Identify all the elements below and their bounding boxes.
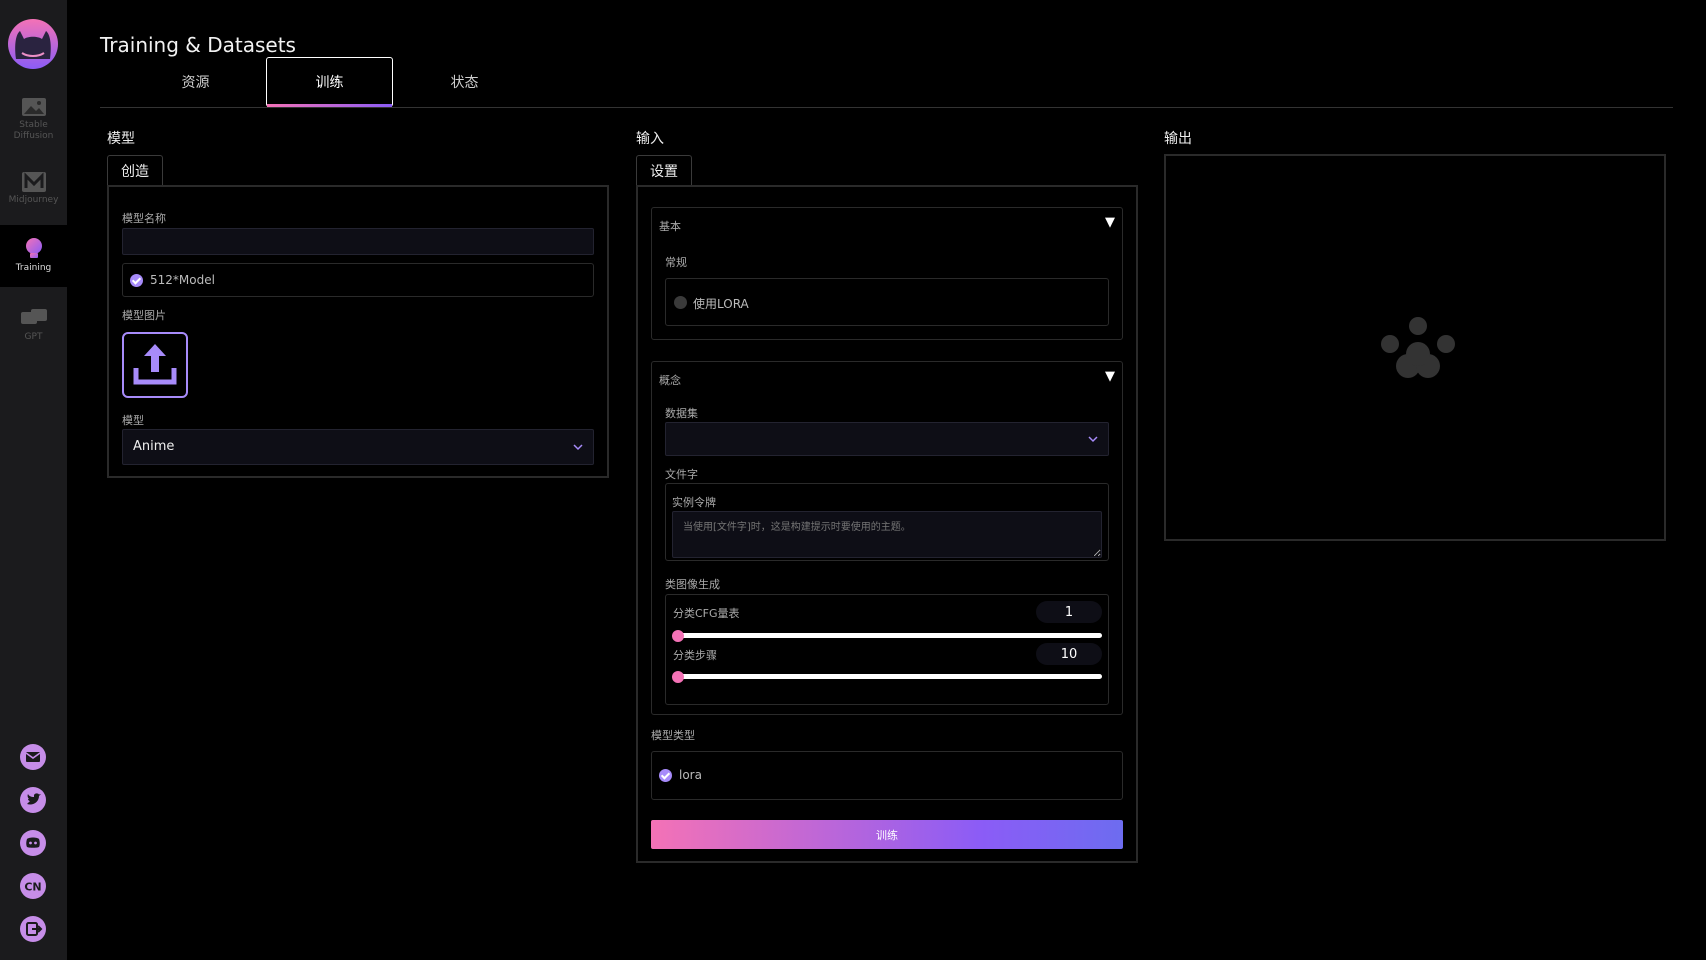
dataset-label: 数据集	[665, 407, 698, 420]
triangle-down-icon[interactable]: ▼	[1105, 215, 1115, 230]
class-gen-box: 分类CFG量表 1 分类步骤 10	[665, 594, 1109, 705]
sidebar-item-stable-diffusion[interactable]: Stable Diffusion	[0, 88, 67, 150]
basic-accordion: 基本 ▼ 常规 使用LORA	[651, 207, 1123, 340]
tab-bar: 资源 训练 状态	[100, 57, 1673, 108]
model-select-label: 模型	[122, 414, 144, 427]
check-icon[interactable]	[130, 274, 143, 287]
chevron-down-icon	[1088, 436, 1098, 443]
sidebar: Stable Diffusion Midjourney Training GPT…	[0, 0, 67, 960]
cfg-slider-handle[interactable]	[672, 630, 684, 642]
model-column-label: 模型	[107, 131, 135, 147]
page-title: Training & Datasets	[100, 33, 296, 57]
model-type-label: 模型类型	[651, 729, 695, 742]
model-panel: 模型名称 512*Model 模型图片 模型 Anime	[107, 185, 609, 478]
use-lora-option[interactable]: 使用LORA	[665, 278, 1109, 326]
instance-token-label: 实例令牌	[672, 496, 716, 509]
triangle-down-icon[interactable]: ▼	[1105, 369, 1115, 384]
train-button[interactable]: 训练	[651, 820, 1123, 849]
discord-icon[interactable]	[20, 830, 46, 856]
filewords-label: 文件字	[665, 468, 698, 481]
cn-language-icon[interactable]: CN	[20, 873, 46, 899]
settings-panel: 基本 ▼ 常规 使用LORA 概念 ▼ 数据集 文件字 实例令牌 类图像生成 分…	[636, 185, 1138, 863]
sidebar-label: Midjourney	[8, 195, 59, 205]
m-logo-icon	[21, 172, 46, 192]
mail-icon[interactable]	[20, 744, 46, 770]
radio-icon[interactable]	[674, 296, 687, 309]
sidebar-label: GPT	[24, 332, 43, 342]
paw-placeholder-icon	[1381, 317, 1455, 378]
logout-icon[interactable]	[20, 916, 46, 942]
tab-resources[interactable]: 资源	[132, 57, 259, 107]
output-column-label: 输出	[1164, 131, 1192, 147]
steps-label: 分类步骤	[673, 649, 717, 662]
use-lora-label: 使用LORA	[693, 297, 749, 311]
concept-title[interactable]: 概念	[659, 372, 681, 388]
chat-icon	[20, 309, 47, 324]
class-gen-label: 类图像生成	[665, 578, 720, 591]
output-panel	[1164, 154, 1666, 541]
steps-number-input[interactable]: 10	[1036, 643, 1102, 665]
input-column-label: 输入	[636, 131, 664, 147]
model-image-label: 模型图片	[122, 309, 166, 322]
model-type-lora-option[interactable]: lora	[651, 751, 1123, 800]
cfg-slider[interactable]	[674, 633, 1102, 638]
steps-slider[interactable]	[674, 674, 1102, 679]
basic-title[interactable]: 基本	[659, 218, 681, 234]
sidebar-label: Stable	[19, 119, 48, 130]
svg-text:CN: CN	[24, 881, 41, 894]
steps-slider-handle[interactable]	[672, 671, 684, 683]
tab-status[interactable]: 状态	[401, 57, 528, 107]
twitter-icon[interactable]	[20, 787, 46, 813]
main-content: Training & Datasets 资源 训练 状态 模型 创造 模型名称 …	[67, 0, 1706, 960]
sidebar-label: Training	[15, 263, 52, 273]
model-select-value: Anime	[133, 439, 175, 454]
image-icon	[21, 97, 46, 116]
image-upload-button[interactable]	[122, 332, 188, 398]
model-type-value: lora	[679, 768, 702, 782]
model-512-label: 512*Model	[150, 273, 215, 287]
model-select[interactable]: Anime	[122, 429, 594, 465]
upload-icon	[133, 344, 177, 385]
tab-create[interactable]: 创造	[107, 155, 163, 186]
model-name-input[interactable]	[122, 228, 594, 255]
model-name-label: 模型名称	[122, 212, 166, 225]
sidebar-item-gpt[interactable]: GPT	[0, 295, 67, 357]
instance-token-input[interactable]	[672, 511, 1102, 558]
sidebar-item-training[interactable]: Training	[0, 225, 67, 287]
concept-accordion: 概念 ▼ 数据集 文件字 实例令牌 类图像生成 分类CFG量表 1 分类步骤 1…	[651, 361, 1123, 715]
dataset-select[interactable]	[665, 422, 1109, 456]
tab-settings[interactable]: 设置	[636, 155, 692, 186]
cfg-label: 分类CFG量表	[673, 607, 740, 620]
filewords-box: 实例令牌	[665, 483, 1109, 561]
chevron-down-icon	[573, 444, 583, 451]
sidebar-item-midjourney[interactable]: Midjourney	[0, 158, 67, 220]
sidebar-label: Diffusion	[13, 130, 54, 141]
general-label: 常规	[665, 256, 687, 269]
model-512-option[interactable]: 512*Model	[122, 263, 594, 297]
cfg-number-input[interactable]: 1	[1036, 601, 1102, 623]
tab-training[interactable]: 训练	[266, 57, 393, 107]
lightbulb-icon	[25, 238, 42, 258]
check-icon[interactable]	[659, 769, 672, 782]
app-logo[interactable]	[8, 19, 58, 69]
